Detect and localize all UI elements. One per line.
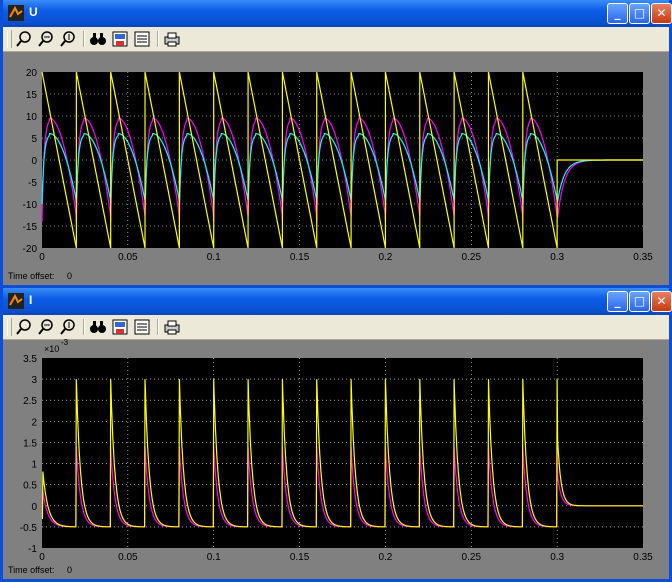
y-tick-label: -10	[23, 200, 38, 211]
scope-plot-i[interactable]: 0 0.05 0.1 0.15 0.2 0.25 0.3 0.35 3.5 3 2.5 2 1.5 1 0.…	[3, 288, 669, 582]
y-tick-label: 0.5	[23, 481, 37, 492]
plot-area	[42, 358, 643, 548]
scope-window-u: U _ □ ✕ 0 0.05 0.1 0.15 0.2 0.25 0.3 0.35 20 15 10…	[0, 0, 672, 288]
y-exponent-base: ×10	[44, 344, 59, 354]
x-tick-label: 0.3	[550, 252, 564, 263]
x-tick-label: 0.25	[462, 252, 482, 263]
x-tick-label: 0.15	[290, 252, 310, 263]
x-tick-label: 0.15	[290, 552, 310, 563]
y-tick-label: -0.5	[20, 523, 38, 534]
y-exponent-label: -3	[61, 338, 69, 347]
y-tick-label: -1	[28, 544, 37, 555]
x-tick-label: 0.25	[462, 552, 482, 563]
y-tick-label: 5	[31, 134, 37, 145]
y-tick-label: -5	[28, 178, 37, 189]
y-tick-label: -20	[23, 244, 38, 255]
time-offset-label: Time offset:	[8, 271, 55, 281]
x-tick-label: 0.05	[118, 252, 138, 263]
y-tick-label: 15	[26, 90, 38, 101]
y-tick-label: 3	[31, 375, 37, 386]
x-tick-label: 0.3	[550, 552, 564, 563]
y-tick-label: 1	[31, 460, 37, 471]
x-tick-label: 0.35	[633, 552, 653, 563]
y-tick-label: 3.5	[23, 354, 37, 365]
x-tick-label: 0	[39, 252, 45, 263]
x-tick-label: 0.2	[378, 552, 392, 563]
x-tick-label: 0	[39, 552, 45, 563]
x-tick-label: 0.1	[207, 252, 221, 263]
y-tick-label: 10	[26, 112, 38, 123]
x-tick-label: 0.1	[207, 552, 221, 563]
y-tick-label: 2	[31, 417, 37, 428]
x-tick-label: 0.2	[378, 252, 392, 263]
y-tick-label: 20	[26, 68, 38, 79]
time-offset-value: 0	[67, 565, 73, 575]
y-tick-label: 2.5	[23, 396, 37, 407]
time-offset-label: Time offset:	[8, 565, 55, 575]
y-tick-label: 1.5	[23, 438, 37, 449]
scope-plot-u[interactable]: 0 0.05 0.1 0.15 0.2 0.25 0.3 0.35 20 15 10 5 0 -5 -10 -…	[3, 0, 669, 288]
scope-window-i: I _ □ ✕ 0 0.05 0.1 0.15 0.2 0.25 0.3 0.35 3.5 3 2.…	[0, 288, 672, 582]
time-offset-value: 0	[67, 271, 73, 281]
y-tick-label: 0	[31, 502, 37, 513]
y-tick-label: -15	[23, 222, 38, 233]
y-tick-label: 0	[31, 156, 37, 167]
x-tick-label: 0.05	[118, 552, 138, 563]
x-tick-label: 0.35	[633, 252, 653, 263]
